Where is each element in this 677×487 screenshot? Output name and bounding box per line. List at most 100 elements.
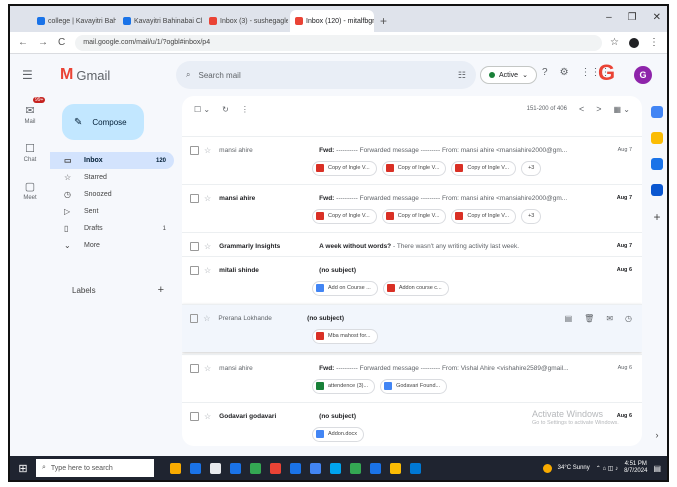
row-checkbox[interactable] — [190, 265, 199, 275]
next-page-button[interactable]: > — [596, 104, 601, 114]
google-account-logo[interactable]: G — [598, 60, 615, 86]
row-checkbox[interactable] — [190, 313, 199, 323]
reload-button[interactable]: C — [58, 37, 65, 48]
search-bar[interactable]: ⌕ Search mail ☷ — [176, 61, 476, 89]
help-icon[interactable]: ? — [542, 67, 548, 78]
settings-gear-icon[interactable]: ⚙ — [560, 67, 569, 78]
rail-item-chat[interactable]: ☐ Chat — [10, 134, 50, 170]
sidebar-item-starred[interactable]: ☆ Starred — [50, 169, 174, 186]
taskbar-app-icon[interactable] — [230, 462, 241, 474]
taskbar-clock[interactable]: 4:51 PM 8/7/2024 — [624, 461, 647, 474]
contacts-icon[interactable] — [651, 184, 663, 196]
search-options-icon[interactable]: ☷ — [458, 70, 466, 81]
taskbar-app-icon[interactable] — [210, 462, 221, 474]
taskbar-app-icon[interactable] — [310, 462, 321, 474]
tasks-icon[interactable] — [651, 158, 663, 170]
rail-item-meet[interactable]: ▢ Meet — [10, 172, 50, 208]
browser-tab[interactable]: college | Kavayitri Bahinabai C✕ — [32, 10, 116, 32]
email-row[interactable]: ☆ mitali shinde (no subject) Aug 6 Add on Co… — [182, 256, 642, 304]
attachment-chip[interactable]: Godavari Found... — [380, 378, 448, 394]
search-input[interactable]: Search mail — [198, 71, 240, 80]
taskbar-search-input[interactable]: Type here to search — [51, 465, 113, 472]
bookmark-star-icon[interactable]: ☆ — [610, 37, 619, 48]
attachment-chip[interactable]: Copy of Ingle V... — [381, 208, 447, 224]
attachment-chip[interactable]: Addon.docx — [312, 426, 365, 442]
row-checkbox[interactable] — [190, 193, 199, 203]
notifications-icon[interactable]: ▤ — [653, 464, 661, 473]
row-checkbox[interactable] — [190, 241, 199, 251]
taskbar-app-icon[interactable] — [170, 462, 181, 474]
attachment-chip[interactable]: Copy of Ingle V... — [381, 160, 447, 176]
forward-button[interactable]: → — [38, 37, 48, 48]
taskbar-app-icon[interactable] — [370, 462, 381, 474]
star-icon[interactable]: ☆ — [204, 412, 211, 421]
mark-read-icon[interactable]: ✉ — [606, 314, 613, 323]
row-checkbox[interactable] — [190, 363, 199, 373]
snooze-icon[interactable]: ◷ — [625, 314, 632, 323]
gmail-logo[interactable]: M Gmail — [60, 66, 152, 84]
back-button[interactable]: ← — [18, 37, 28, 48]
weather-icon[interactable] — [542, 463, 552, 473]
attachment-chip[interactable]: Copy of Ingle V... — [451, 208, 517, 224]
add-label-button[interactable]: + — [158, 284, 164, 296]
maximize-button[interactable]: ❐ — [628, 12, 637, 23]
browser-tab[interactable]: Inbox (120) - mitalfbgmail.co✕ — [290, 10, 374, 32]
search-icon[interactable]: ⌕ — [186, 70, 190, 80]
close-window-button[interactable]: ✕ — [653, 12, 661, 23]
delete-icon[interactable]: 🗑 — [584, 314, 594, 323]
get-addons-plus-icon[interactable]: + — [653, 210, 660, 224]
taskbar-app-icon[interactable] — [410, 462, 421, 474]
attachment-chip[interactable]: Add on Course ... — [312, 280, 378, 296]
status-selector[interactable]: Active ⌄ — [480, 66, 537, 84]
taskbar-app-icon[interactable] — [350, 462, 361, 474]
more-options-icon[interactable]: ⋮ — [241, 105, 249, 114]
main-menu-icon[interactable]: ☰ — [22, 68, 42, 82]
taskbar-app-icon[interactable] — [270, 462, 281, 474]
sidebar-item-inbox[interactable]: ▭ Inbox 120 — [50, 152, 174, 169]
select-all-checkbox[interactable]: ☐ ⌄ — [194, 105, 210, 114]
star-icon[interactable]: ☆ — [204, 194, 211, 203]
taskbar-app-icon[interactable] — [250, 462, 261, 474]
attachment-chip[interactable]: Copy of Ingle V... — [312, 208, 377, 224]
minimize-button[interactable]: – — [606, 12, 612, 23]
email-row[interactable]: ☆ mansi ahire Fwd: ---------- Forwarded me… — [182, 354, 642, 402]
tray-icons[interactable]: ⌃ ⌂ ◫ ♪ — [596, 465, 618, 472]
avatar[interactable]: G — [634, 66, 652, 84]
attachment-chip[interactable]: Addon course c... — [382, 280, 449, 296]
new-tab-button[interactable]: + — [380, 14, 387, 28]
browser-tab[interactable]: Kavayitri Bahinabai Chaudhari✕ — [118, 10, 202, 32]
prev-page-button[interactable]: < — [579, 104, 584, 114]
sidebar-item-more[interactable]: ⌄ More — [50, 237, 174, 254]
taskbar-app-icon[interactable] — [190, 462, 201, 474]
attachment-chip[interactable]: Mba mahost for... — [312, 328, 378, 344]
browser-menu-icon[interactable]: ⋮ — [649, 37, 659, 48]
star-icon[interactable]: ☆ — [203, 314, 210, 323]
taskbar-app-icon[interactable] — [290, 462, 301, 474]
taskbar-app-icon[interactable] — [390, 462, 401, 474]
email-row[interactable]: ☆ mansi ahire Fwd: ---------- Forwarded me… — [182, 136, 642, 184]
email-row[interactable]: ☆ mansi ahire Fwd: ---------- Forwarded me… — [182, 184, 642, 232]
weather-text[interactable]: 34°C Sunny — [558, 465, 590, 471]
browser-profile-icon[interactable] — [629, 37, 639, 48]
star-icon[interactable]: ☆ — [204, 266, 211, 275]
attachment-chip[interactable]: Copy of Ingle V... — [312, 160, 377, 176]
star-icon[interactable]: ☆ — [204, 242, 211, 251]
archive-icon[interactable]: ▤ — [565, 314, 573, 323]
star-icon[interactable]: ☆ — [204, 364, 211, 373]
email-row[interactable]: ☆ Prerana Lokhande (no subject) ▤ 🗑 ✉ ◷ Mba mah… — [182, 304, 642, 352]
expand-panel-icon[interactable]: › — [656, 430, 659, 440]
more-attachments-chip[interactable]: +3 — [521, 208, 542, 224]
browser-tab[interactable]: Inbox (3) - sushegaglegfbgmc✕ — [204, 10, 288, 32]
windows-start-icon[interactable]: ⊞ — [14, 462, 32, 475]
refresh-icon[interactable]: ↻ — [222, 105, 229, 114]
star-icon[interactable]: ☆ — [204, 146, 211, 155]
url-field[interactable]: mail.google.com/mail/u/1/?ogbl#inbox/p4 — [75, 34, 603, 51]
more-attachments-chip[interactable]: +3 — [521, 160, 542, 176]
row-checkbox[interactable] — [190, 411, 199, 421]
compose-button[interactable]: ✎ Compose — [62, 104, 144, 140]
calendar-icon[interactable] — [651, 106, 663, 118]
attachment-chip[interactable]: Copy of Ingle V... — [451, 160, 517, 176]
attachment-chip[interactable]: attendence (3)... — [312, 378, 376, 394]
input-tools-icon[interactable]: ▦ ⌄ — [614, 105, 630, 114]
sidebar-item-snoozed[interactable]: ◷ Snoozed — [50, 186, 174, 203]
